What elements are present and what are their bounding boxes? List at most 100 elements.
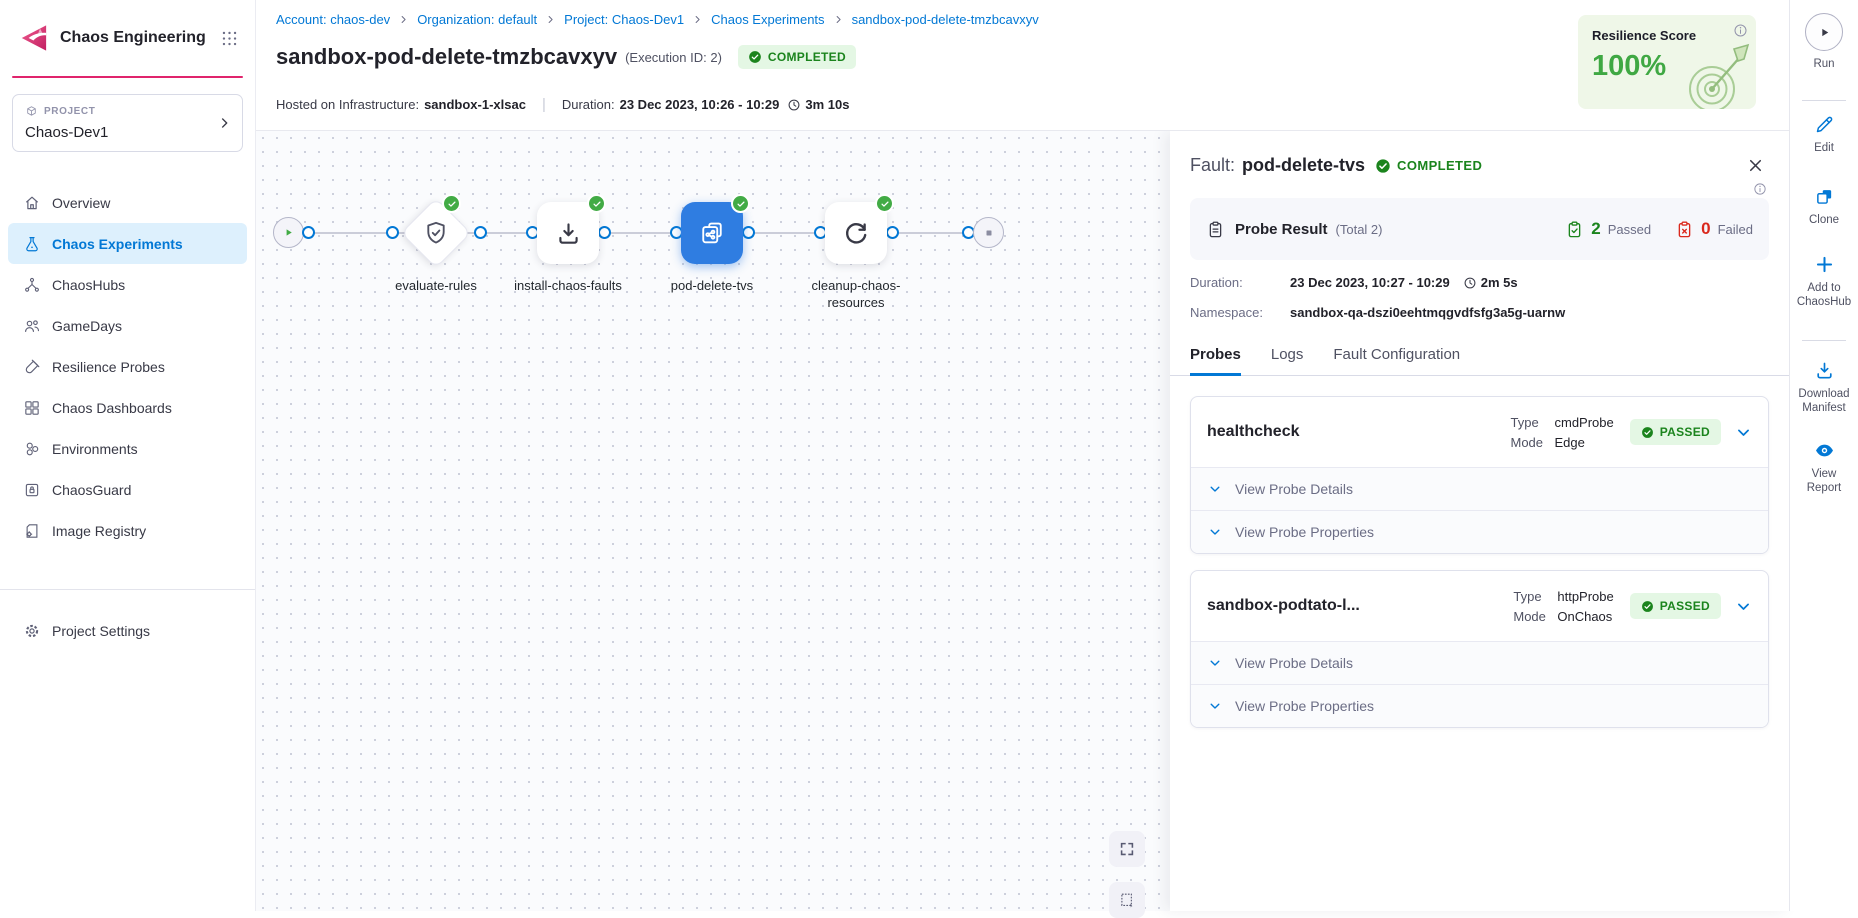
probe-tube-icon <box>23 358 41 376</box>
view-probe-details-toggle[interactable]: View Probe Details <box>1191 642 1768 684</box>
failed-label: Failed <box>1718 222 1753 237</box>
success-badge-icon <box>587 194 606 213</box>
tab-probes[interactable]: Probes <box>1190 346 1241 376</box>
view-probe-details-toggle[interactable]: View Probe Details <box>1191 468 1768 510</box>
duration-value: 23 Dec 2023, 10:26 - 10:29 <box>620 97 780 112</box>
run-button[interactable]: Run <box>1790 13 1858 71</box>
elapsed-time: 3m 10s <box>805 97 849 112</box>
check-circle-icon <box>748 50 762 64</box>
download-icon <box>555 220 582 247</box>
breadcrumb-item[interactable]: sandbox-pod-delete-tmzbcavxyv <box>852 12 1039 27</box>
selection-box-button[interactable] <box>1109 882 1145 918</box>
sidebar-item-label: Project Settings <box>52 623 150 639</box>
node-pod-delete-tvs[interactable] <box>681 202 743 264</box>
add-to-chaoshub-button[interactable]: Add to ChaosHub <box>1790 254 1858 309</box>
sidebar-item-gamedays[interactable]: GameDays <box>8 305 247 346</box>
download-manifest-button[interactable]: Download Manifest <box>1790 360 1858 415</box>
sidebar-item-label: ChaosGuard <box>52 482 131 498</box>
node-cleanup-chaos-resources[interactable] <box>825 202 887 264</box>
namespace-value: sandbox-qa-dszi0eehtmqgvdfsfg3a5g-uarnw <box>1290 305 1565 320</box>
dashboard-icon <box>23 399 41 417</box>
tab-logs[interactable]: Logs <box>1271 346 1304 375</box>
view-report-button[interactable]: View Report <box>1790 440 1858 495</box>
chevron-right-icon <box>833 14 844 25</box>
pipeline-start-node[interactable] <box>273 217 304 248</box>
clipboard-icon <box>1206 220 1225 239</box>
sidebar-item-image-registry[interactable]: Image Registry <box>8 510 247 551</box>
sidebar-item-resilience-probes[interactable]: Resilience Probes <box>8 346 247 387</box>
probe-name: sandbox-podtato-l... <box>1207 597 1513 615</box>
breadcrumb-item[interactable]: Organization: default <box>417 12 537 27</box>
node-label: pod-delete-tvs <box>647 277 777 294</box>
sidebar-item-chaoshubs[interactable]: ChaosHubs <box>8 264 247 305</box>
pencil-icon <box>1814 114 1835 135</box>
edge-connector <box>302 226 315 239</box>
sidebar-item-chaosguard[interactable]: ChaosGuard <box>8 469 247 510</box>
sidebar: Chaos Engineering PROJECT Chaos-Dev1 Ove… <box>0 0 256 911</box>
sidebar-item-label: GameDays <box>52 318 122 334</box>
node-label: evaluate-rules <box>371 277 501 294</box>
node-label: cleanup-chaos-resources <box>791 277 921 311</box>
edit-button[interactable]: Edit <box>1790 114 1858 155</box>
tab-fault-configuration[interactable]: Fault Configuration <box>1333 346 1460 375</box>
breadcrumb-item[interactable]: Project: Chaos-Dev1 <box>564 12 684 27</box>
copy-icon <box>1814 186 1835 207</box>
pipeline-end-node[interactable] <box>973 217 1004 248</box>
sidebar-item-label: Image Registry <box>52 523 146 539</box>
probe-result-summary: Probe Result (Total 2) 2 Passed 0 Failed <box>1190 198 1769 260</box>
edge-connector <box>474 226 487 239</box>
refresh-icon <box>842 219 870 247</box>
sidebar-item-overview[interactable]: Overview <box>8 182 247 223</box>
duration-label: Duration: <box>562 97 615 112</box>
node-label: install-chaos-faults <box>503 277 633 294</box>
view-probe-properties-toggle[interactable]: View Probe Properties <box>1191 510 1768 553</box>
project-selector[interactable]: PROJECT Chaos-Dev1 <box>12 94 243 152</box>
node-install-chaos-faults[interactable] <box>537 202 599 264</box>
app-title: Chaos Engineering <box>60 29 206 47</box>
fault-tabs: Probes Logs Fault Configuration <box>1170 346 1789 376</box>
environments-icon <box>23 440 41 458</box>
people-icon <box>23 317 41 335</box>
fullscreen-button[interactable] <box>1109 831 1145 867</box>
chevron-down-icon[interactable] <box>1735 424 1752 441</box>
probe-meta: TypehttpProbe ModeOnChaos <box>1513 589 1613 624</box>
execution-id: (Execution ID: 2) <box>625 50 722 65</box>
check-icon <box>447 199 457 209</box>
check-icon <box>736 199 746 209</box>
rail-divider <box>1802 340 1846 341</box>
clone-button[interactable]: Clone <box>1790 186 1858 227</box>
guard-lock-icon <box>23 481 41 499</box>
chaos-pod-icon <box>697 218 727 248</box>
page-header: Account: chaos-dev Organization: default… <box>256 0 1789 131</box>
close-icon[interactable] <box>1746 156 1765 175</box>
sidebar-item-label: Chaos Dashboards <box>52 400 172 416</box>
sidebar-item-chaos-experiments[interactable]: Chaos Experiments <box>8 223 247 264</box>
chevron-down-icon[interactable] <box>1735 598 1752 615</box>
sidebar-header: Chaos Engineering <box>0 0 255 76</box>
fault-detail-panel: Fault: pod-delete-tvs COMPLETED Probe Re… <box>1170 131 1789 911</box>
info-icon[interactable] <box>1733 23 1748 38</box>
view-probe-properties-toggle[interactable]: View Probe Properties <box>1191 684 1768 727</box>
brand-divider <box>12 76 243 78</box>
page-title: sandbox-pod-delete-tmzbcavxyv <box>276 44 617 70</box>
sidebar-item-environments[interactable]: Environments <box>8 428 247 469</box>
action-rail: Run Edit Clone Add to ChaosHub Download … <box>1789 0 1858 911</box>
breadcrumb-item[interactable]: Chaos Experiments <box>711 12 824 27</box>
download-icon <box>1814 360 1835 381</box>
grid-9-dots-icon[interactable] <box>220 29 239 48</box>
run-circle[interactable] <box>1805 13 1843 51</box>
breadcrumb-item[interactable]: Account: chaos-dev <box>276 12 390 27</box>
selection-box-icon <box>1118 891 1136 909</box>
sidebar-item-label: Chaos Experiments <box>52 236 183 252</box>
chaos-pinwheel-logo-icon <box>16 23 50 53</box>
sidebar-item-project-settings[interactable]: Project Settings <box>8 610 247 651</box>
rail-divider <box>1802 100 1846 101</box>
sidebar-item-chaos-dashboards[interactable]: Chaos Dashboards <box>8 387 247 428</box>
pipeline-canvas[interactable]: evaluate-rules install-chaos-faults pod-… <box>256 131 1789 911</box>
success-badge-icon <box>442 194 461 213</box>
fullscreen-icon <box>1118 840 1136 858</box>
info-icon[interactable] <box>1753 182 1767 196</box>
status-badge: COMPLETED <box>738 45 856 69</box>
edit-label: Edit <box>1811 141 1837 155</box>
chevron-down-icon <box>1208 482 1222 496</box>
